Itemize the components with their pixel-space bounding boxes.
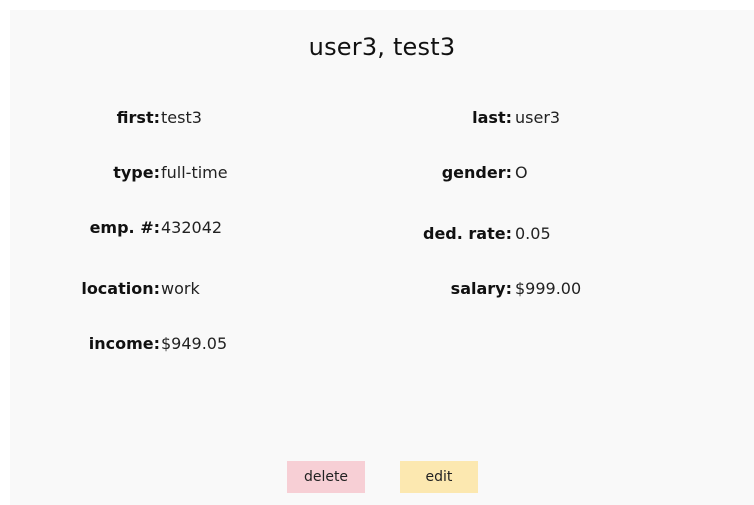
field-gender-label: gender: [441, 163, 512, 182]
field-salary-label: salary: [450, 279, 512, 298]
field-gender: gender: O [10, 163, 754, 182]
employee-detail-card: user3, test3 first: test3 last: user3 ty… [10, 10, 754, 505]
field-gender-value: O [515, 163, 528, 182]
field-income-label: income: [88, 334, 160, 353]
edit-button[interactable]: edit [400, 461, 478, 493]
field-ded-rate-label: ded. rate: [423, 224, 512, 243]
delete-button[interactable]: delete [287, 461, 365, 493]
field-ded-rate-value: 0.05 [515, 224, 551, 243]
field-last: last: user3 [10, 108, 754, 127]
field-salary-value: $999.00 [515, 279, 582, 298]
field-last-label: last: [472, 108, 512, 127]
field-income: income: $949.05 [10, 334, 754, 353]
field-ded-rate: ded. rate: 0.05 [10, 224, 754, 243]
field-salary: salary: $999.00 [10, 279, 754, 298]
field-last-value: user3 [515, 108, 561, 127]
field-income-value: $949.05 [161, 334, 228, 353]
page-title: user3, test3 [308, 33, 456, 61]
